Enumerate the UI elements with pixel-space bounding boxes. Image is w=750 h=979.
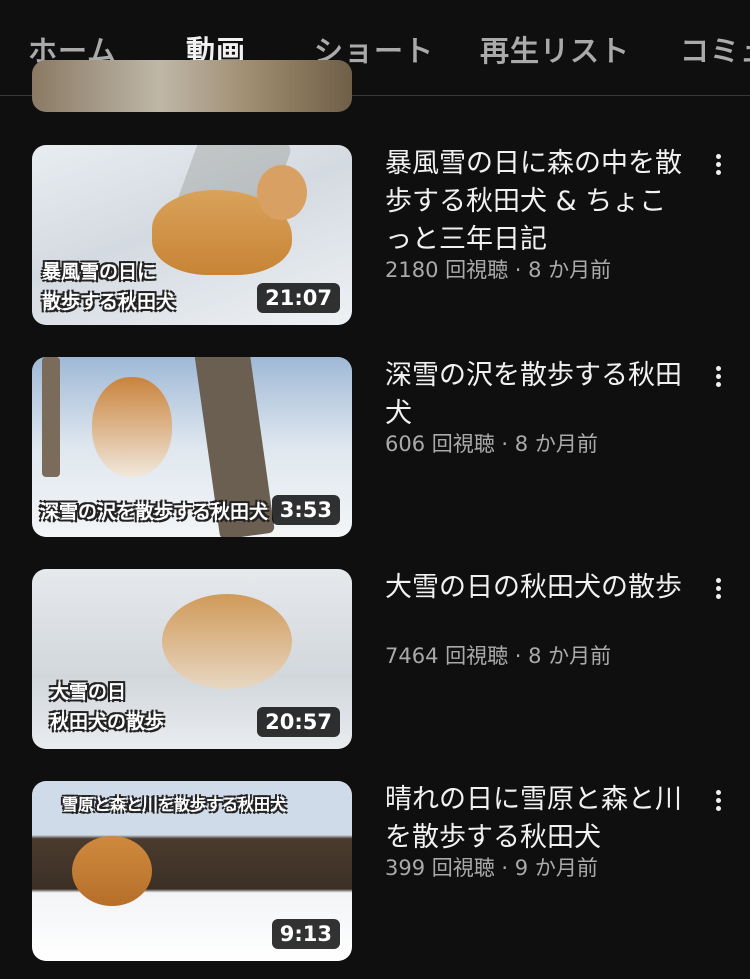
more-vert-icon[interactable]: [707, 787, 729, 817]
video-title[interactable]: 暴風雪の日に森の中を散歩する秋田犬 & ちょこっと三年日記: [385, 145, 690, 259]
video-meta: 2180 回視聴 · 8 か月前: [385, 258, 612, 282]
video-title[interactable]: 晴れの日に雪原と森と川を散歩する秋田犬: [385, 781, 690, 857]
video-item[interactable]: 雪原と森と川を散歩する秋田犬 9:13 晴れの日に雪原と森と川を散歩する秋田犬 …: [0, 781, 750, 966]
thumbnail-caption: 暴風雪の日に: [42, 261, 157, 283]
video-thumbnail[interactable]: 深雪の沢を散歩する秋田犬 3:53: [32, 357, 352, 537]
video-meta: 399 回視聴 · 9 か月前: [385, 856, 598, 880]
video-item[interactable]: 深雪の沢を散歩する秋田犬 3:53 深雪の沢を散歩する秋田犬 606 回視聴 ·…: [0, 357, 750, 542]
thumbnail-caption: 大雪の日: [50, 681, 127, 703]
dog-figure: [162, 594, 292, 689]
video-meta: 606 回視聴 · 8 か月前: [385, 432, 598, 456]
dog-figure: [72, 836, 152, 906]
video-item[interactable]: 大雪の日 秋田犬の散歩 20:57 大雪の日の秋田犬の散歩 7464 回視聴 ·…: [0, 569, 750, 754]
thumbnail-caption: 秋田犬の散歩: [50, 711, 165, 733]
more-vert-icon[interactable]: [707, 363, 729, 393]
video-thumbnail[interactable]: 雪原と森と川を散歩する秋田犬 9:13: [32, 781, 352, 961]
duration-badge: 3:53: [271, 495, 340, 525]
video-thumbnail[interactable]: 暴風雪の日に 散歩する秋田犬 21:07: [32, 145, 352, 325]
video-item[interactable]: 暴風雪の日に 散歩する秋田犬 21:07 暴風雪の日に森の中を散歩する秋田犬 &…: [0, 145, 750, 330]
thumbnail-caption: 雪原と森と川を散歩する秋田犬: [62, 795, 287, 814]
duration-badge: 20:57: [257, 707, 340, 737]
dog-figure: [92, 377, 172, 477]
duration-badge: 9:13: [271, 919, 340, 949]
video-title[interactable]: 深雪の沢を散歩する秋田犬: [385, 357, 690, 433]
thumbnail-caption: 深雪の沢を散歩する秋田犬: [40, 501, 269, 523]
more-vert-icon[interactable]: [707, 575, 729, 605]
video-thumbnail[interactable]: 大雪の日 秋田犬の散歩 20:57: [32, 569, 352, 749]
tab-playlists[interactable]: 再生リスト: [480, 28, 630, 70]
previous-video-thumbnail[interactable]: [32, 60, 352, 112]
more-vert-icon[interactable]: [707, 151, 729, 181]
thumbnail-caption: 散歩する秋田犬: [42, 291, 176, 313]
video-title[interactable]: 大雪の日の秋田犬の散歩: [385, 569, 690, 607]
tab-community[interactable]: コミュ: [680, 28, 750, 70]
duration-badge: 21:07: [257, 283, 340, 313]
video-meta: 7464 回視聴 · 8 か月前: [385, 644, 612, 668]
